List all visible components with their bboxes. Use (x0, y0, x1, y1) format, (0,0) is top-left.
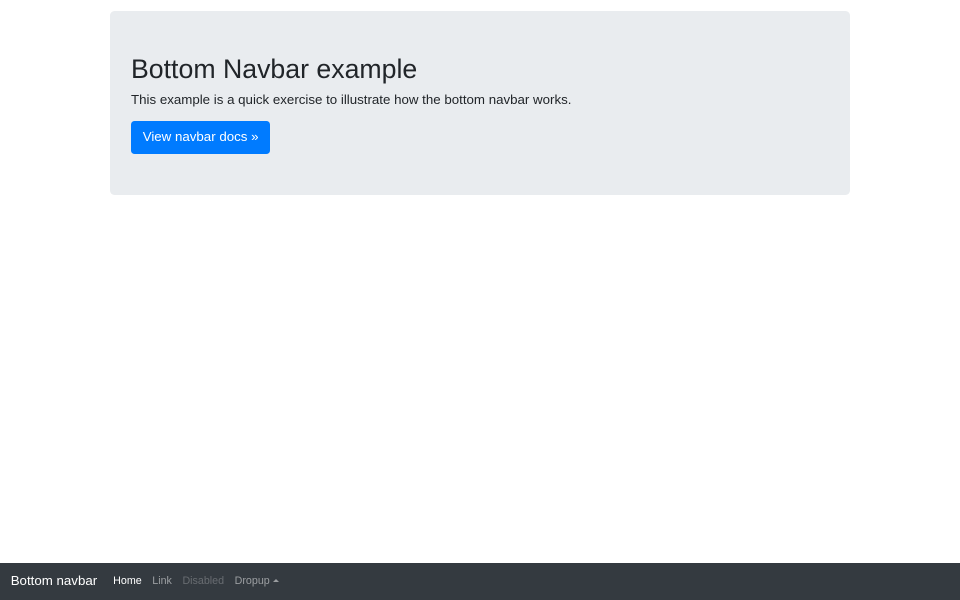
bottom-navbar: Bottom navbar Home Link Disabled Dropup (0, 563, 960, 600)
caret-up-icon (273, 579, 279, 582)
navbar-nav: Home Link Disabled Dropup (108, 568, 284, 595)
page-title: Bottom Navbar example (131, 53, 829, 85)
nav-link-dropup-label: Dropup (235, 575, 270, 587)
navbar-brand[interactable]: Bottom navbar (11, 569, 97, 593)
main-content: Bottom Navbar example This example is a … (110, 0, 850, 195)
jumbotron: Bottom Navbar example This example is a … (110, 11, 850, 195)
page-description: This example is a quick exercise to illu… (131, 90, 829, 110)
nav-item-dropup: Dropup (229, 568, 283, 595)
view-navbar-docs-button[interactable]: View navbar docs » (131, 121, 270, 154)
nav-link-home[interactable]: Home (108, 568, 147, 595)
nav-link-link[interactable]: Link (147, 568, 177, 595)
nav-link-disabled: Disabled (177, 568, 229, 595)
nav-link-dropup[interactable]: Dropup (229, 568, 283, 595)
nav-item-link: Link (147, 568, 177, 595)
nav-item-disabled: Disabled (177, 568, 229, 595)
nav-item-home: Home (108, 568, 147, 595)
